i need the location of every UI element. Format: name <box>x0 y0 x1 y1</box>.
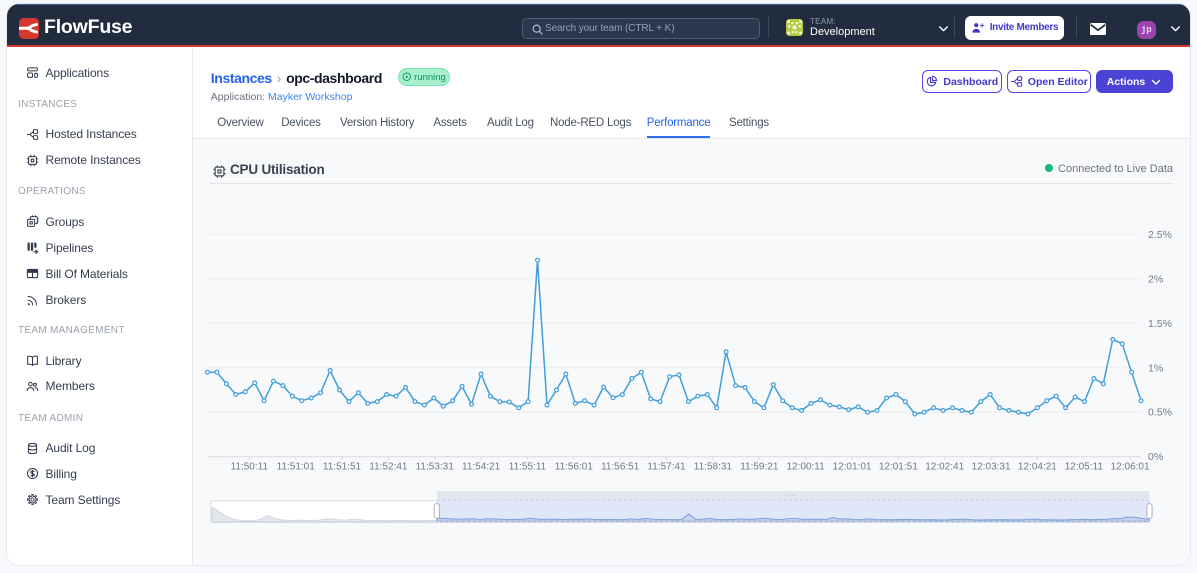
svg-text:2%: 2% <box>1148 273 1163 285</box>
svg-text:11:51:01: 11:51:01 <box>277 462 316 473</box>
svg-text:12:01:51: 12:01:51 <box>879 462 918 473</box>
svg-text:11:56:01: 11:56:01 <box>555 462 594 473</box>
svg-text:12:00:11: 12:00:11 <box>787 462 826 473</box>
svg-text:11:53:31: 11:53:31 <box>416 462 455 473</box>
svg-text:11:58:31: 11:58:31 <box>694 462 733 473</box>
svg-text:0%: 0% <box>1148 451 1163 463</box>
svg-text:1.5%: 1.5% <box>1148 318 1172 330</box>
svg-text:11:52:41: 11:52:41 <box>369 462 408 473</box>
svg-text:11:50:11: 11:50:11 <box>231 462 269 473</box>
svg-text:12:03:31: 12:03:31 <box>972 462 1011 473</box>
svg-text:11:57:41: 11:57:41 <box>647 462 686 473</box>
svg-text:2.5%: 2.5% <box>1148 229 1172 241</box>
svg-text:11:51:51: 11:51:51 <box>323 462 362 473</box>
svg-text:12:02:41: 12:02:41 <box>925 462 964 473</box>
svg-text:0.5%: 0.5% <box>1148 407 1172 419</box>
svg-text:12:05:11: 12:05:11 <box>1065 462 1104 473</box>
svg-text:11:55:11: 11:55:11 <box>509 462 547 473</box>
svg-text:11:54:21: 11:54:21 <box>462 462 501 473</box>
svg-text:11:59:21: 11:59:21 <box>740 462 779 473</box>
svg-text:12:04:21: 12:04:21 <box>1018 462 1057 473</box>
svg-text:1%: 1% <box>1148 362 1163 374</box>
svg-text:12:01:01: 12:01:01 <box>833 462 872 473</box>
svg-text:12:06:01: 12:06:01 <box>1111 462 1150 473</box>
svg-text:11:56:51: 11:56:51 <box>601 462 640 473</box>
